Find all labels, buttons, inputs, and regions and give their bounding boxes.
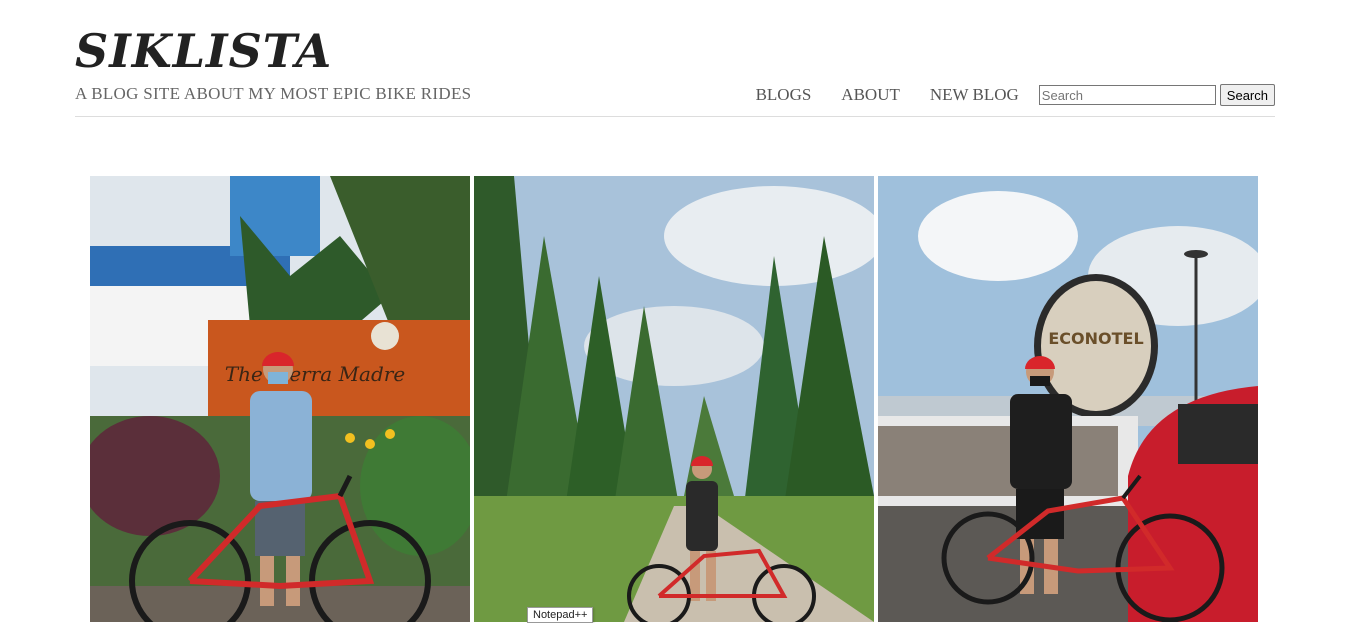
blog-photo-econotel[interactable]: ECONOTEL	[878, 176, 1258, 622]
photo-gallery: The Sierra Madre ECONOTEL	[90, 176, 1260, 622]
site-tagline: A BLOG SITE ABOUT MY MOST EPIC BIKE RIDE…	[75, 84, 472, 103]
sign-text: ECONOTEL	[1048, 329, 1143, 348]
site-title[interactable]: SIKLISTA	[75, 22, 332, 80]
nav-link-blogs[interactable]: BLOGS	[756, 85, 812, 105]
search-button[interactable]: Search	[1219, 84, 1275, 106]
main-nav: BLOGS ABOUT NEW BLOG Search	[756, 84, 1275, 106]
site-header: SIKLISTA A BLOG SITE ABOUT MY MOST EPIC …	[75, 0, 1275, 117]
taskbar-tooltip: Notepad++	[527, 607, 594, 623]
blog-photo-pine-road[interactable]	[474, 176, 874, 622]
sign-text: The Sierra Madre	[225, 362, 405, 386]
search-input[interactable]	[1038, 85, 1216, 105]
nav-link-about[interactable]: ABOUT	[841, 85, 900, 105]
nav-link-new-blog[interactable]: NEW BLOG	[930, 85, 1019, 105]
blog-photo-sierra-madre[interactable]: The Sierra Madre	[90, 176, 470, 622]
